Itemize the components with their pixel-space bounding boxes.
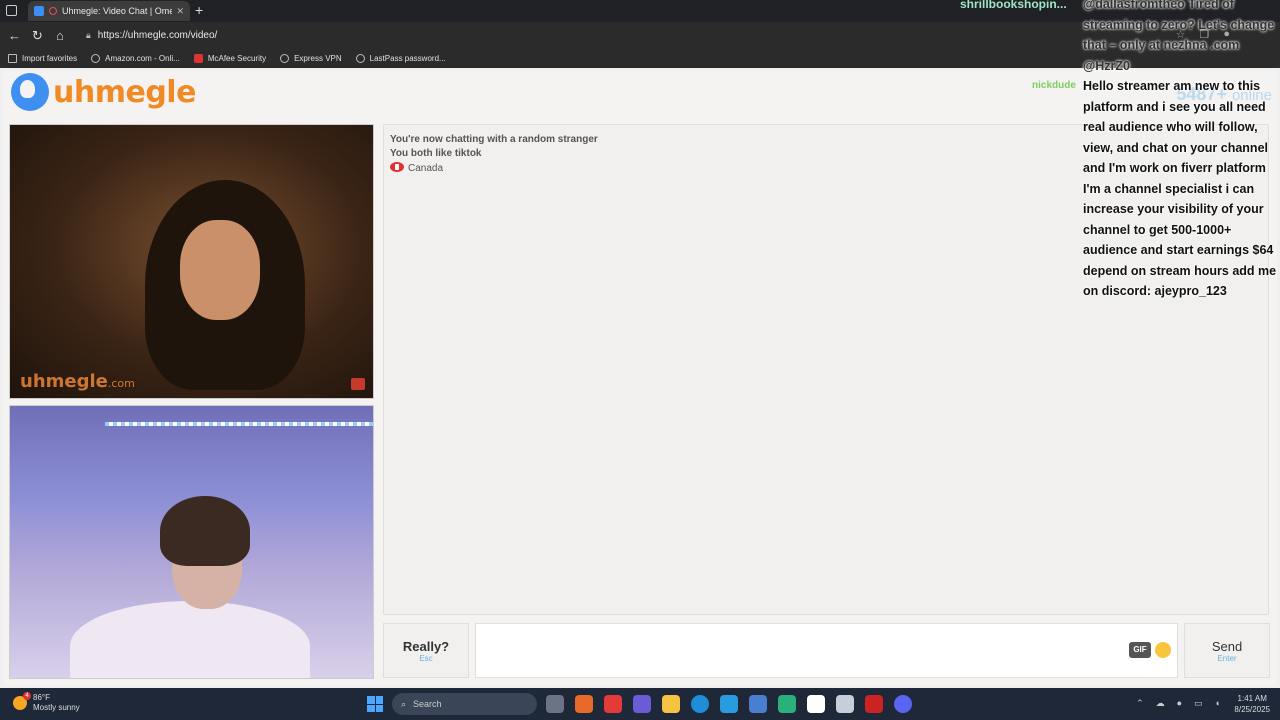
network-icon[interactable]: ▭	[1194, 698, 1203, 709]
home-icon[interactable]: ⌂	[56, 28, 64, 43]
bookmark-label: Express VPN	[294, 54, 342, 63]
message-input[interactable]: GIF	[475, 623, 1178, 678]
weather-badge: 4	[23, 692, 31, 700]
bookmark-label: LastPass password...	[369, 54, 446, 63]
skip-hint: Esc	[419, 654, 433, 663]
bookmark-mcafee[interactable]: McAfee Security	[193, 54, 267, 63]
store-icon[interactable]	[807, 695, 825, 713]
stream-chat-overlay: @dallasfromtheo Tired of streaming to ze…	[1083, 0, 1278, 302]
app-icon[interactable]	[720, 695, 738, 713]
self-hair	[160, 496, 250, 566]
overlay-nick: nickdude	[1032, 80, 1076, 91]
watermark-brand: uhmegle	[20, 371, 108, 392]
stranger-video: uhmegle.com	[9, 124, 374, 399]
report-icon[interactable]	[351, 378, 365, 390]
weather-condition: Mostly sunny	[33, 703, 80, 712]
cloud-icon[interactable]: ☁	[1156, 698, 1165, 709]
weather-widget[interactable]: 4 86°F Mostly sunny	[13, 692, 80, 713]
url-text: https://uhmegle.com/video/	[97, 30, 218, 41]
task-view-icon[interactable]	[546, 695, 564, 713]
chevron-up-icon[interactable]: ⌃	[1136, 698, 1144, 709]
app-icon[interactable]	[749, 695, 767, 713]
globe-icon	[91, 54, 101, 63]
bookmark-label: Amazon.com - Onli...	[105, 54, 180, 63]
logo-mark-icon	[11, 73, 49, 111]
search-icon: ⌕	[401, 698, 407, 709]
mcafee-icon	[193, 54, 203, 63]
globe-icon	[280, 54, 290, 63]
app-icon[interactable]	[633, 695, 651, 713]
clock[interactable]: 1:41 AM 8/25/2025	[1234, 693, 1270, 715]
bookmark-amazon[interactable]: Amazon.com - Onli...	[91, 54, 180, 63]
emoji-icon[interactable]	[1155, 642, 1171, 658]
file-explorer-icon[interactable]	[662, 695, 680, 713]
close-tab-icon[interactable]: ✕	[176, 6, 184, 17]
send-hint: Enter	[1217, 654, 1237, 663]
overlay-message: @dallasfromtheo Tired of streaming to ze…	[1083, 0, 1275, 73]
self-video	[9, 405, 374, 679]
skip-button[interactable]: Really? Esc	[383, 623, 469, 678]
common-interests-message: You both like tiktok	[390, 148, 482, 159]
clock-date: 8/25/2025	[1234, 705, 1270, 714]
overlay-top-user: shrillbookshopin...	[960, 0, 1067, 11]
led-lights	[105, 422, 373, 426]
bookmark-label: Import favorites	[22, 54, 78, 63]
bookmark-label: McAfee Security	[207, 54, 267, 63]
bookmark-lastpass[interactable]: LastPass password...	[355, 54, 446, 63]
tab-title: Uhmegle: Video Chat | Ome	[62, 6, 173, 16]
taskbar: 4 86°F Mostly sunny ⌕ Search ⌃ ☁ ● ▭ ◖ 1…	[0, 688, 1280, 720]
gif-button[interactable]: GIF	[1129, 642, 1151, 658]
app-icon[interactable]	[778, 695, 796, 713]
url-bar[interactable]: 🔒︎ https://uhmegle.com/video/	[78, 25, 1078, 46]
recording-indicator-icon	[49, 7, 57, 15]
app-icon[interactable]	[604, 695, 622, 713]
refresh-icon[interactable]: ↻	[32, 28, 43, 44]
discord-icon[interactable]	[894, 695, 912, 713]
country-label: Canada	[408, 163, 444, 174]
stranger-face	[180, 220, 260, 320]
microphone-icon[interactable]: ●	[1177, 698, 1182, 709]
watermark-tld: .com	[107, 377, 135, 390]
temperature: 86°F	[33, 693, 50, 702]
taskbar-search[interactable]: ⌕ Search	[392, 693, 537, 715]
taskbar-apps	[546, 695, 912, 713]
send-button[interactable]: Send Enter	[1184, 623, 1270, 678]
clock-time: 1:41 AM	[1237, 694, 1267, 703]
canada-flag-icon	[390, 162, 404, 172]
logo-text: uhmegle	[53, 74, 196, 110]
video-watermark: uhmegle.com	[20, 371, 135, 392]
edge-icon[interactable]	[691, 695, 709, 713]
sun-icon: 4	[13, 692, 31, 710]
app-icon[interactable]	[836, 695, 854, 713]
bookmark-import-favorites[interactable]: Import favorites	[8, 54, 77, 63]
site-logo[interactable]: uhmegle	[11, 73, 196, 111]
bookmark-express-vpn[interactable]: Express VPN	[280, 54, 342, 63]
system-tray: ⌃ ☁ ● ▭ ◖	[1136, 698, 1220, 709]
system-message: You're now chatting with a random strang…	[390, 134, 598, 145]
self-body	[70, 601, 310, 678]
app-icon[interactable]	[865, 695, 883, 713]
start-button[interactable]	[367, 696, 383, 712]
folder-icon	[8, 54, 17, 63]
volume-icon[interactable]: ◖	[1215, 698, 1220, 709]
search-placeholder: Search	[413, 699, 442, 709]
site-favicon-icon	[34, 6, 44, 16]
browser-tab[interactable]: Uhmegle: Video Chat | Ome ✕	[28, 1, 190, 21]
country-line: Canada	[390, 162, 443, 174]
send-label: Send	[1211, 639, 1243, 654]
skip-label: Really?	[402, 639, 450, 654]
back-icon[interactable]: ←	[8, 28, 21, 43]
new-tab-button[interactable]: +	[195, 2, 203, 18]
lock-icon: 🔒︎	[86, 30, 91, 40]
app-icon[interactable]	[575, 695, 593, 713]
overlay-message: Hello streamer am new to this platform a…	[1083, 79, 1277, 298]
window-menu-icon[interactable]	[6, 5, 17, 16]
globe-icon	[355, 54, 365, 63]
